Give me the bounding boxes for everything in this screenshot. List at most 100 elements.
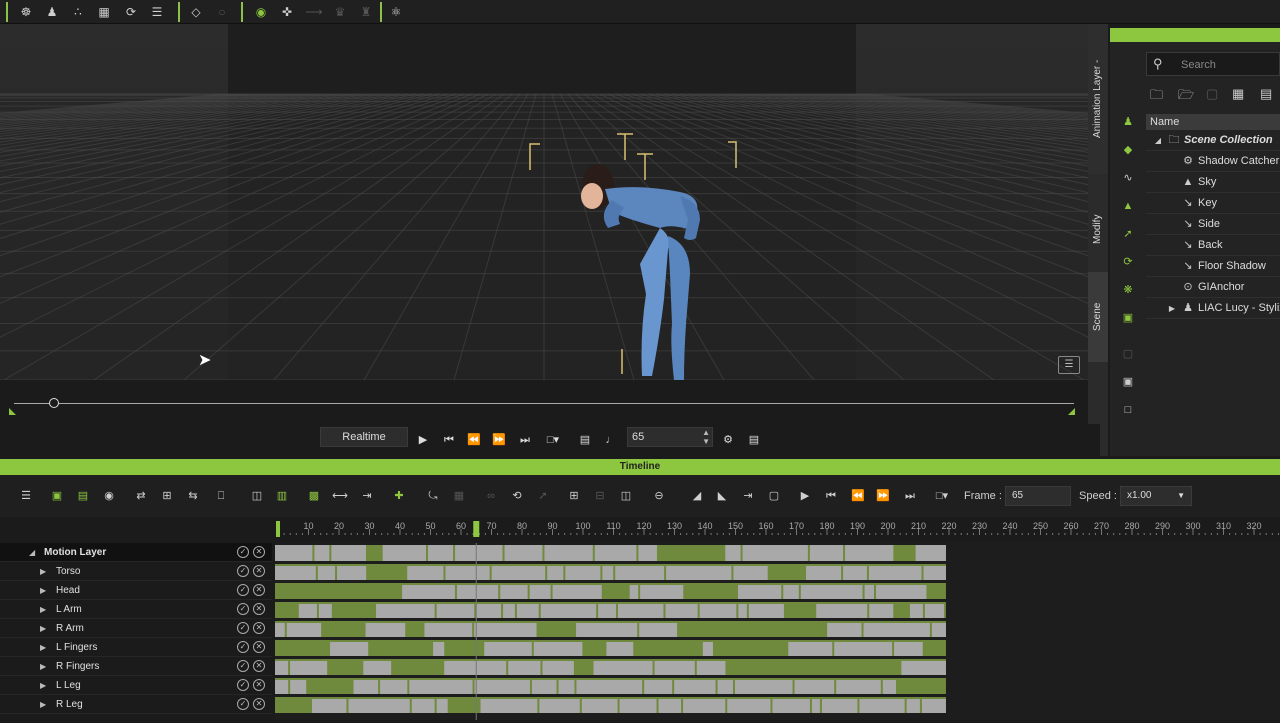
next-frame-icon[interactable]: ⏩ — [492, 430, 506, 450]
scene-tree-item[interactable]: ⚙ Shadow Catcher — [1146, 151, 1280, 172]
zoom-out-dropdown-icon[interactable]: ⊖ — [650, 487, 668, 505]
loop-icon[interactable]: ⟲ — [508, 487, 526, 505]
enable-toggle-icon[interactable]: ✓ — [237, 641, 249, 653]
subtitle-icon[interactable]: ▤ — [578, 430, 592, 450]
list-icon[interactable]: ☰ — [17, 487, 35, 505]
group-icon[interactable]: ☸ — [17, 3, 35, 21]
track-row[interactable]: ▶ Torso ✓ ✕ — [0, 562, 272, 581]
collapse-arrow-icon[interactable]: ◢ — [29, 543, 35, 562]
frame-spinner-icon[interactable]: ▲ ▼ — [702, 428, 710, 446]
realtime-button[interactable]: Realtime — [320, 427, 408, 447]
stretch-icon[interactable]: ⟷ — [331, 487, 349, 505]
graph-icon[interactable]: ✚ — [390, 487, 408, 505]
hierarchy-icon[interactable]: ∴ — [69, 3, 87, 21]
walk-icon[interactable]: ✜ — [278, 3, 296, 21]
3d-viewport[interactable]: ☰ ➤ — [0, 24, 1088, 380]
viewport-scrubber[interactable] — [0, 380, 1088, 424]
enable-toggle-icon[interactable]: ✓ — [237, 584, 249, 596]
expand-arrow-icon[interactable]: ▶ — [40, 581, 46, 600]
remove-track-icon[interactable]: ✕ — [253, 584, 265, 596]
fit-range-icon[interactable]: ⇥ — [739, 487, 757, 505]
next-frame-icon[interactable]: ⏩ — [874, 487, 892, 505]
new-folder-icon[interactable]: 🗀 — [1150, 86, 1163, 108]
track-row[interactable]: ▶ Head ✓ ✕ — [0, 581, 272, 600]
enable-toggle-icon[interactable]: ✓ — [237, 679, 249, 691]
scene-tree-item[interactable]: ↘ Key — [1146, 193, 1280, 214]
zoom-start-icon[interactable]: ◢ — [688, 487, 706, 505]
remove-track-icon[interactable]: ✕ — [253, 603, 265, 615]
track-row[interactable]: ▶ R Arm ✓ ✕ — [0, 619, 272, 638]
skip-start-icon[interactable]: ⏮ — [442, 430, 456, 450]
speed-select[interactable]: x1.00 ▼ — [1120, 486, 1192, 506]
enable-toggle-icon[interactable]: ✓ — [237, 603, 249, 615]
sync-icon[interactable]: ⇄ — [132, 487, 150, 505]
fit-icon[interactable]: ⇥ — [358, 487, 376, 505]
remove-track-icon[interactable]: ✕ — [253, 660, 265, 672]
search-input[interactable]: ⚲ Search — [1146, 52, 1280, 76]
timeline-panel-icon[interactable]: ▤ — [746, 430, 762, 450]
particle-icon[interactable]: ❋ — [1120, 282, 1136, 298]
character-icon[interactable]: ♟ — [1120, 114, 1136, 130]
expand-arrow-icon[interactable]: ▶ — [1166, 298, 1178, 318]
enable-toggle-icon[interactable]: ✓ — [237, 546, 249, 558]
settings-icon[interactable]: ⚙ — [721, 430, 735, 450]
curve-icon[interactable]: ⤿ — [424, 487, 442, 505]
range-start-marker[interactable] — [9, 408, 16, 415]
track-row[interactable]: ▶ R Leg ✓ ✕ — [0, 695, 272, 714]
scene-tree-item[interactable]: ⊙ GIAnchor — [1146, 277, 1280, 298]
zoom-end-icon[interactable]: ◣ — [713, 487, 731, 505]
expand-arrow-icon[interactable]: ▶ — [40, 619, 46, 638]
split-icon[interactable]: ▥ — [273, 487, 291, 505]
expand-arrow-icon[interactable]: ▶ — [40, 638, 46, 657]
prev-frame-icon[interactable]: ⏪ — [467, 430, 481, 450]
loop-dropdown-icon[interactable]: □▾ — [542, 430, 564, 450]
skip-end-icon[interactable]: ⏭ — [901, 487, 919, 505]
expand-arrow-icon[interactable]: ▶ — [40, 657, 46, 676]
diamond-icon[interactable]: ◇ — [187, 3, 205, 21]
scene-tree-item[interactable]: ↘ Back — [1146, 235, 1280, 256]
enable-toggle-icon[interactable]: ✓ — [237, 622, 249, 634]
frame-field[interactable]: 65 ▲ ▼ — [627, 427, 713, 447]
copy-dropdown-icon[interactable]: ⎕ — [212, 487, 230, 505]
green-circle-icon[interactable]: ◉ — [252, 3, 270, 21]
eye-icon[interactable]: ◉ — [100, 487, 118, 505]
path-icon[interactable]: ∿ — [1120, 170, 1136, 186]
skip-end-icon[interactable]: ⏭ — [518, 430, 532, 450]
skip-start-icon[interactable]: ⏮ — [822, 487, 840, 505]
collapse-arrow-icon[interactable]: ◢ — [1152, 130, 1164, 150]
person-icon[interactable]: ♟ — [43, 3, 61, 21]
scene-tree-item[interactable]: ▲ Sky — [1146, 172, 1280, 193]
remove-track-icon[interactable]: ✕ — [253, 565, 265, 577]
remove-track-icon[interactable]: ✕ — [253, 679, 265, 691]
open-folder-icon[interactable]: 🗁 — [1178, 86, 1194, 108]
expand-arrow-icon[interactable]: ▶ — [40, 695, 46, 714]
prev-frame-icon[interactable]: ⏪ — [849, 487, 867, 505]
expand-arrow-icon[interactable]: ▶ — [40, 676, 46, 695]
expand-arrow-icon[interactable]: ▶ — [40, 600, 46, 619]
export-icon[interactable]: ▢ — [765, 487, 783, 505]
play-icon[interactable]: ▶ — [416, 430, 430, 450]
transition-icon[interactable]: ⇆ — [184, 487, 202, 505]
refresh-icon[interactable]: ⟳ — [122, 3, 140, 21]
enable-toggle-icon[interactable]: ✓ — [237, 660, 249, 672]
camera-icon[interactable]: ▣ — [1120, 310, 1136, 326]
enable-toggle-icon[interactable]: ✓ — [237, 565, 249, 577]
scene-tree-item[interactable]: ◢ 🗀 Scene Collection — [1146, 130, 1280, 151]
grid-icon[interactable]: ▦ — [95, 3, 113, 21]
clip-icon[interactable]: ▤ — [74, 487, 92, 505]
camera-move-icon[interactable]: ➚ — [1120, 226, 1136, 242]
scrubber-handle[interactable] — [49, 398, 59, 408]
pick-icon[interactable]: □ — [1120, 402, 1136, 418]
track-row[interactable]: ▶ L Leg ✓ ✕ — [0, 676, 272, 695]
list-view-icon[interactable]: ▤ — [1260, 86, 1272, 102]
scene-tree-item[interactable]: ▶ ♟ LIAC Lucy - Stylized — [1146, 298, 1280, 319]
grid-view-icon[interactable]: ▦ — [1232, 86, 1244, 102]
remove-track-icon[interactable]: ✕ — [253, 698, 265, 710]
tab-animation-layer[interactable]: Animation Layer - Stand_Angry_1 — [1088, 24, 1123, 174]
track-row[interactable]: ▶ L Fingers ✓ ✕ — [0, 638, 272, 657]
play-icon[interactable]: ▶ — [796, 487, 814, 505]
range-end-marker[interactable] — [1068, 408, 1075, 415]
mirror-icon[interactable]: ◫ — [248, 487, 266, 505]
remove-track-icon[interactable]: ✕ — [253, 546, 265, 558]
remove-track-icon[interactable]: ✕ — [253, 622, 265, 634]
